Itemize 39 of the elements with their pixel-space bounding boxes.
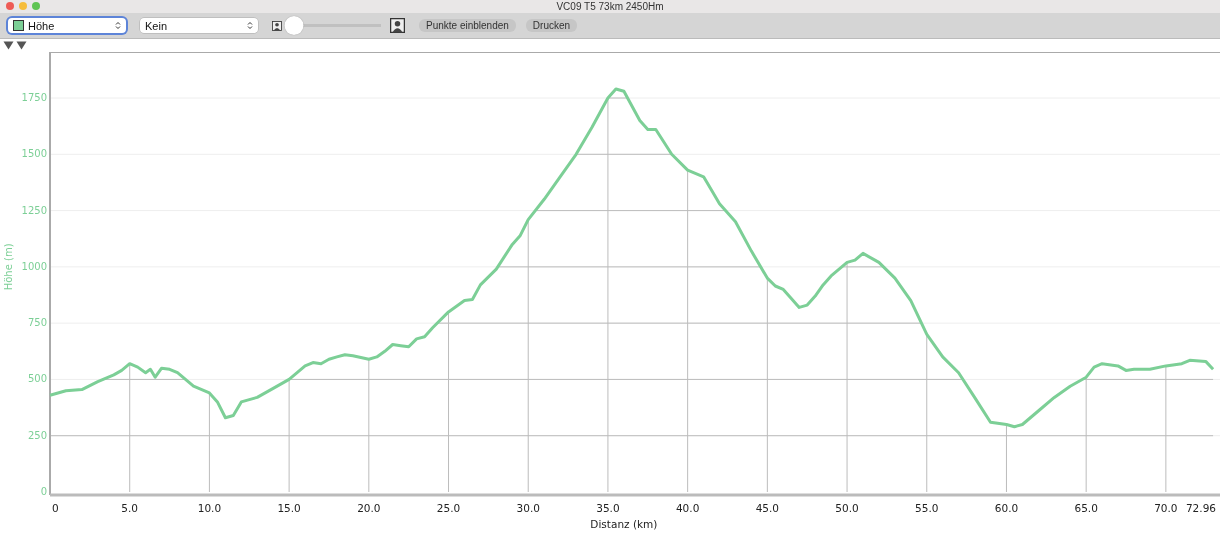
x-tick-label: 0: [52, 502, 59, 514]
y-tick-label: 0: [40, 486, 47, 497]
slider-thumb[interactable]: [284, 16, 304, 35]
x-tick-label: 72.96: [1185, 502, 1216, 514]
show-points-button[interactable]: Punkte einblenden: [419, 19, 516, 32]
x-tick-label: 70.0: [1154, 502, 1178, 514]
print-button[interactable]: Drucken: [525, 19, 578, 32]
x-tick-label: 40.0: [675, 502, 700, 514]
person-small-icon: [272, 20, 282, 31]
minimize-button[interactable]: [19, 2, 27, 11]
x-tick-label: 20.0: [357, 502, 381, 514]
x-tick-label: 10.0: [197, 502, 222, 514]
x-tick-label: 5.0: [121, 502, 139, 514]
x-tick-label: 45.0: [755, 502, 780, 514]
y-tick-label: 1250: [21, 204, 47, 216]
y-tick-label: 1500: [21, 148, 47, 160]
y-tick-label: 1750: [21, 92, 47, 104]
x-tick-label: 50.0: [835, 502, 859, 514]
x-tick-label: 60.0: [994, 502, 1019, 514]
window-title: VC09 T5 73km 2450Hm: [556, 0, 664, 12]
person-large-icon: [390, 18, 405, 33]
y-axis-title: Höhe (m): [3, 243, 14, 291]
x-axis-title: Distanz (km): [590, 518, 658, 530]
x-tick-label: 65.0: [1074, 502, 1098, 514]
y-tick-label: 250: [27, 429, 47, 441]
x-tick-label: 25.0: [436, 502, 461, 514]
y-tick-label: 1000: [21, 260, 47, 272]
chevron-icon: [247, 21, 253, 30]
series-select[interactable]: Höhe: [8, 18, 126, 33]
overlay-select[interactable]: Kein: [140, 18, 258, 33]
y-tick-label: 750: [27, 317, 47, 329]
x-tick-label: 30.0: [516, 502, 540, 514]
chevron-icon: [115, 21, 121, 30]
x-tick-label: 55.0: [915, 502, 939, 514]
y-tick-label: 500: [27, 373, 47, 385]
maximize-button[interactable]: [32, 2, 40, 11]
x-tick-label: 35.0: [596, 502, 620, 514]
close-button[interactable]: [6, 2, 14, 11]
x-tick-label: 15.0: [277, 502, 301, 514]
